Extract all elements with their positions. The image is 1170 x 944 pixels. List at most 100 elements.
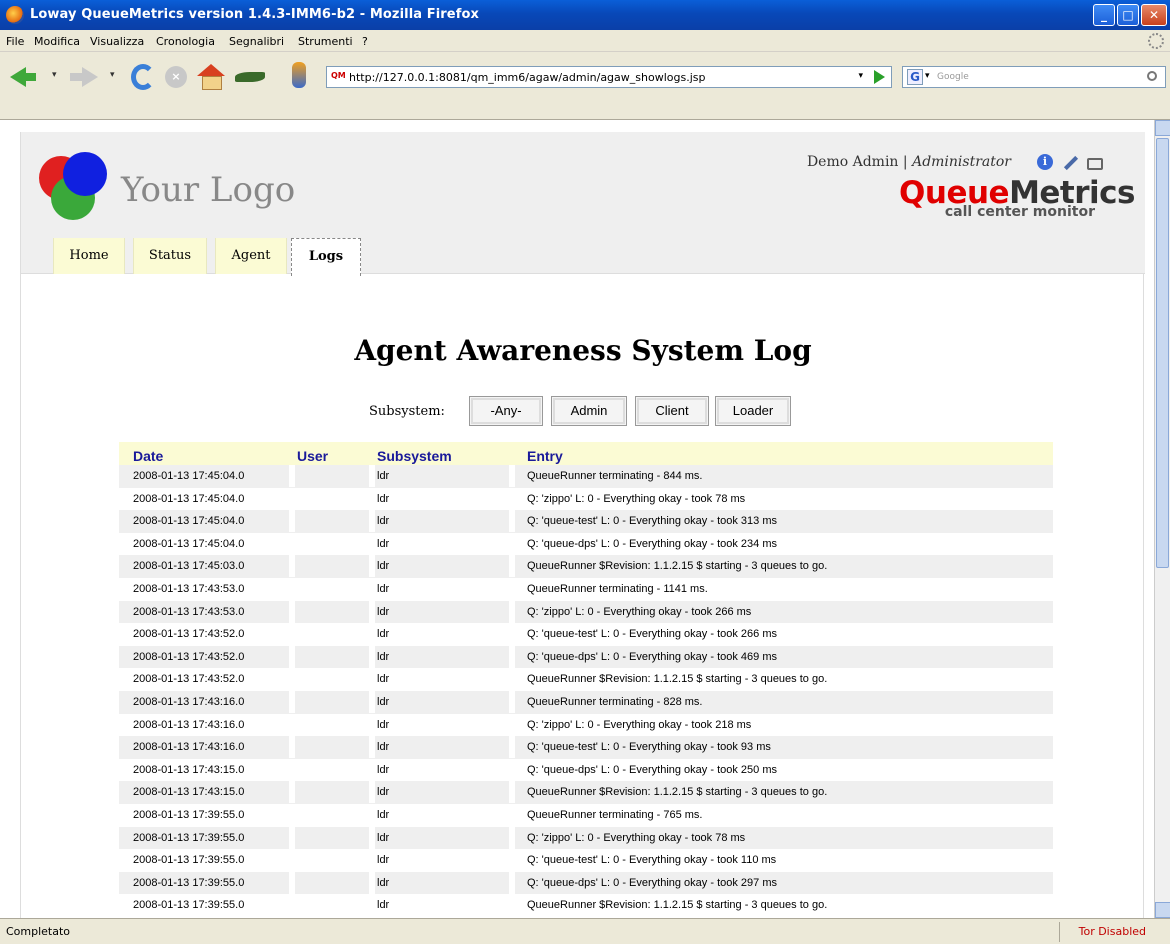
- cell-separator: [369, 826, 375, 849]
- cell-date: 2008-01-13 17:45:03.0: [133, 560, 245, 573]
- cell-date: 2008-01-13 17:43:52.0: [133, 650, 245, 663]
- cell-date: 2008-01-13 17:43:53.0: [133, 583, 245, 595]
- address-bar[interactable]: QM http://127.0.0.1:8081/qm_imm6/agaw/ad…: [326, 66, 892, 88]
- cell-entry: QueueRunner terminating - 828 ms.: [527, 696, 703, 708]
- maximize-button[interactable]: □: [1117, 4, 1139, 26]
- cell-date: 2008-01-13 17:39:55.0: [133, 854, 245, 867]
- forward-arrow-icon[interactable]: [68, 64, 98, 90]
- vertical-scrollbar[interactable]: [1154, 120, 1170, 918]
- cell-subsystem: ldr: [377, 470, 390, 482]
- cell-subsystem: ldr: [377, 899, 390, 912]
- window-titlebar[interactable]: Loway QueueMetrics version 1.4.3-IMM6-b2…: [0, 0, 1170, 30]
- cell-subsystem: ldr: [377, 605, 390, 618]
- column-date[interactable]: Date: [133, 445, 163, 467]
- status-text: Completato: [6, 925, 71, 938]
- cell-subsystem: ldr: [377, 560, 390, 573]
- menu-cronologia[interactable]: Cronologia: [156, 35, 215, 48]
- cell-separator: [369, 555, 375, 578]
- menu-segnalibri[interactable]: Segnalibri: [229, 35, 284, 48]
- tor-status[interactable]: Tor Disabled: [1079, 925, 1146, 938]
- cell-separator: [289, 555, 295, 578]
- cell-separator: [289, 465, 295, 487]
- scrollbar-thumb[interactable]: [1156, 138, 1169, 568]
- cell-separator: [509, 736, 515, 759]
- menu-file[interactable]: File: [6, 35, 24, 48]
- cell-date: 2008-01-13 17:43:52.0: [133, 628, 245, 641]
- cell-separator: [369, 600, 375, 623]
- column-subsystem[interactable]: Subsystem: [377, 445, 452, 467]
- engine-dropdown-icon[interactable]: ▾: [925, 71, 930, 81]
- cell-subsystem: ldr: [377, 786, 390, 799]
- address-input[interactable]: http://127.0.0.1:8081/qm_imm6/agaw/admin…: [349, 71, 705, 84]
- cell-separator: [289, 691, 295, 713]
- tab-logs[interactable]: Logs: [291, 238, 361, 276]
- cell-date: 2008-01-13 17:45:04.0: [133, 515, 245, 528]
- search-input[interactable]: Google: [937, 72, 969, 82]
- filter-any-button[interactable]: -Any-: [469, 396, 543, 426]
- info-icon[interactable]: i: [1037, 154, 1053, 170]
- filter-admin-button[interactable]: Admin: [551, 396, 627, 426]
- back-arrow-icon[interactable]: [10, 64, 40, 90]
- cell-date: 2008-01-13 17:43:52.0: [133, 673, 245, 686]
- user-role: Administrator: [912, 154, 1011, 170]
- bookmark-bird-icon[interactable]: [288, 62, 310, 88]
- cell-separator: [289, 826, 295, 849]
- table-row: 2008-01-13 17:45:04.0 ldr Q: 'queue-dps' L…: [119, 533, 1053, 556]
- go-arrow-icon[interactable]: [874, 70, 885, 84]
- cell-entry: Q: 'zippo' L: 0 - Everything okay - took…: [527, 718, 752, 731]
- print-icon[interactable]: [1087, 158, 1103, 170]
- close-button[interactable]: ✕: [1141, 4, 1167, 26]
- cell-entry: Q: 'queue-test' L: 0 - Everything okay -…: [527, 628, 777, 641]
- address-dropdown-icon[interactable]: ▾: [858, 71, 863, 81]
- table-row: 2008-01-13 17:45:04.0 ldr QueueRunner term…: [119, 465, 1053, 488]
- cell-date: 2008-01-13 17:45:04.0: [133, 470, 245, 482]
- column-entry[interactable]: Entry: [527, 445, 563, 467]
- tab-home[interactable]: Home: [53, 238, 125, 274]
- window-title: Loway QueueMetrics version 1.4.3-IMM6-b2…: [30, 7, 479, 22]
- table-row: 2008-01-13 17:45:03.0 ldr QueueRunner $Rev…: [119, 555, 1053, 578]
- cell-date: 2008-01-13 17:39:55.0: [133, 831, 245, 844]
- status-bar: Completato Tor Disabled: [0, 918, 1170, 944]
- minimize-button[interactable]: _: [1093, 4, 1115, 26]
- back-dropdown-icon[interactable]: ▾: [52, 70, 57, 80]
- search-icon[interactable]: [1147, 71, 1157, 81]
- tab-agent[interactable]: Agent: [215, 238, 287, 274]
- menu-visualizza[interactable]: Visualizza: [90, 35, 144, 48]
- table-row: 2008-01-13 17:39:55.0 ldr Q: 'queue-dps' L…: [119, 871, 1053, 895]
- table-row: 2008-01-13 17:43:16.0 ldr Q: 'zippo' L: 0 …: [119, 714, 1053, 737]
- cell-subsystem: ldr: [377, 492, 390, 505]
- scroll-down-icon[interactable]: [1155, 902, 1170, 918]
- cell-entry: Q: 'queue-dps' L: 0 - Everything okay - …: [527, 650, 777, 663]
- scroll-up-icon[interactable]: [1155, 120, 1170, 136]
- queuemetrics-brand: QueueMetrics call center monitor: [899, 176, 1135, 220]
- logo-circles-icon: [39, 152, 119, 222]
- cell-separator: [289, 871, 295, 894]
- search-bar[interactable]: G ▾ Google: [902, 66, 1166, 88]
- subsystem-label: Subsystem:: [369, 404, 445, 419]
- menu-strumenti[interactable]: Strumenti: [298, 35, 353, 48]
- google-engine-icon[interactable]: G: [907, 69, 923, 85]
- bookmark-leaf-icon[interactable]: [235, 72, 265, 82]
- cell-separator: [509, 871, 515, 894]
- cell-entry: QueueRunner $Revision: 1.1.2.15 $ starti…: [527, 786, 828, 799]
- reload-icon[interactable]: [131, 64, 155, 90]
- stop-icon[interactable]: ×: [165, 66, 187, 88]
- cell-date: 2008-01-13 17:39:55.0: [133, 899, 245, 912]
- cell-date: 2008-01-13 17:39:55.0: [133, 809, 245, 821]
- cell-entry: QueueRunner $Revision: 1.1.2.15 $ starti…: [527, 560, 828, 573]
- column-user[interactable]: User: [297, 445, 328, 467]
- throbber-icon: [1148, 33, 1164, 49]
- tab-status[interactable]: Status: [133, 238, 207, 274]
- settings-wrench-icon[interactable]: [1061, 154, 1077, 170]
- forward-dropdown-icon[interactable]: ▾: [110, 70, 115, 80]
- filter-loader-button[interactable]: Loader: [715, 396, 791, 426]
- cell-separator: [509, 555, 515, 578]
- filter-client-button[interactable]: Client: [635, 396, 709, 426]
- menu-help[interactable]: ?: [362, 35, 368, 48]
- cell-separator: [369, 781, 375, 804]
- cell-separator: [509, 691, 515, 713]
- menu-bar: File Modifica Visualizza Cronologia Segn…: [0, 30, 1170, 52]
- cell-separator: [289, 736, 295, 759]
- home-icon[interactable]: [197, 64, 225, 90]
- menu-modifica[interactable]: Modifica: [34, 35, 80, 48]
